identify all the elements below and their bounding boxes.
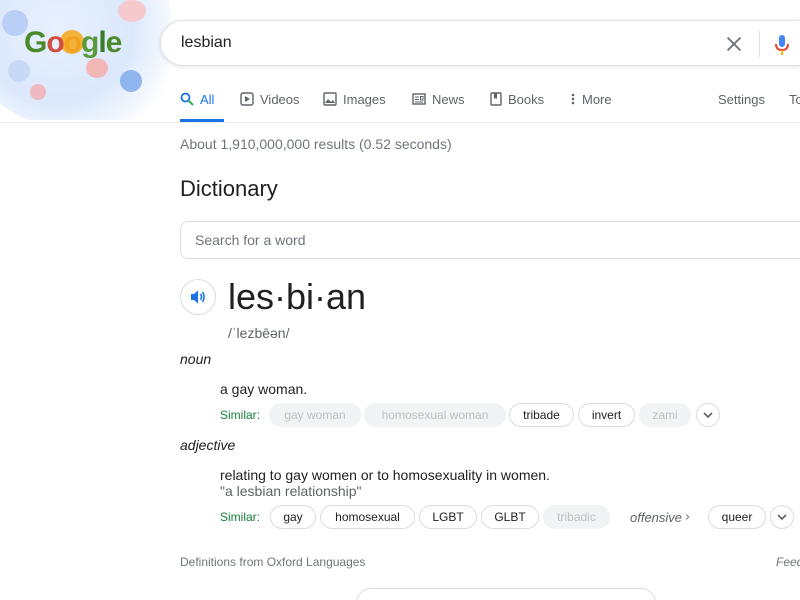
headword: les·bi·an: [228, 276, 367, 317]
google-logo: Google: [24, 26, 122, 59]
similar-chip[interactable]: homosexual woman: [364, 403, 506, 427]
header-divider: [0, 122, 800, 123]
similar-chip[interactable]: invert: [578, 403, 635, 427]
google-doodle[interactable]: Google: [0, 0, 170, 120]
tab-label: News: [432, 92, 465, 107]
similar-chip[interactable]: queer: [708, 505, 766, 529]
dictionary-title: Dictionary: [180, 176, 278, 201]
similar-label: Similar:: [220, 408, 261, 422]
similar-chip[interactable]: LGBT: [419, 505, 477, 529]
news-icon: [412, 93, 426, 105]
play-icon: [240, 92, 254, 106]
tab-more[interactable]: More: [570, 84, 612, 122]
dictionary-source: Definitions from Oxford Languages: [180, 555, 366, 569]
expand-similar-button[interactable]: [770, 505, 794, 529]
phonetic: /ˈlezbēən/: [228, 325, 290, 341]
search-icon: [180, 92, 194, 106]
tab-label: More: [582, 92, 612, 107]
pronounce-button[interactable]: [180, 279, 216, 315]
tab-news[interactable]: News: [412, 84, 465, 122]
expand-similar-button[interactable]: [696, 403, 720, 427]
part-of-speech-adjective: adjective: [180, 437, 236, 453]
noun-definition: a gay woman.: [220, 381, 308, 397]
similar-chip[interactable]: gay: [270, 505, 316, 529]
tab-label: All: [200, 92, 215, 107]
chevron-right-icon: [685, 514, 690, 520]
chevron-down-icon: [777, 514, 787, 520]
similar-chip[interactable]: gay woman: [269, 403, 361, 427]
adjective-definition: relating to gay women or to homosexualit…: [220, 467, 550, 483]
similar-label: Similar:: [220, 510, 261, 524]
offensive-text: offensive: [630, 509, 683, 525]
book-icon: [490, 92, 502, 106]
flower-decoration: [30, 84, 46, 100]
settings-link[interactable]: Settings: [718, 84, 765, 122]
tools-link[interactable]: To: [789, 84, 800, 122]
similar-chip[interactable]: GLBT: [481, 505, 539, 529]
similar-chip[interactable]: tribade: [509, 403, 574, 427]
offensive-label[interactable]: offensive: [618, 505, 702, 529]
similar-chip[interactable]: tribadic: [543, 505, 610, 529]
feedback-link[interactable]: Feed: [776, 555, 800, 569]
flower-decoration: [120, 70, 142, 92]
clear-icon[interactable]: [723, 33, 745, 55]
tab-label: Images: [343, 92, 386, 107]
adjective-example: "a lesbian relationship": [220, 483, 362, 499]
microphone-icon[interactable]: [773, 33, 791, 57]
tab-label: Books: [508, 92, 545, 107]
search-divider: [759, 31, 760, 57]
tab-images[interactable]: Images: [323, 84, 386, 122]
flower-decoration: [8, 60, 30, 82]
more-vert-icon: [571, 93, 575, 105]
tab-label: Videos: [260, 92, 300, 107]
tab-all[interactable]: All: [180, 84, 225, 122]
tab-books[interactable]: Books: [490, 84, 544, 122]
tab-videos[interactable]: Videos: [240, 84, 300, 122]
speaker-icon: [191, 290, 205, 304]
search-bar[interactable]: lesbian: [160, 20, 800, 66]
similar-chip[interactable]: homosexual: [320, 505, 415, 529]
word-search-input[interactable]: Search for a word: [180, 221, 800, 259]
result-stats: About 1,910,000,000 results (0.52 second…: [180, 136, 452, 152]
search-input[interactable]: lesbian: [181, 34, 232, 52]
part-of-speech-noun: noun: [180, 351, 212, 367]
translations-button[interactable]: [356, 588, 656, 600]
flower-decoration: [118, 0, 146, 22]
flower-decoration: [86, 58, 108, 78]
similar-chip[interactable]: zami: [639, 403, 691, 427]
word-search-placeholder: Search for a word: [195, 232, 306, 248]
image-icon: [323, 92, 337, 106]
search-tabs: All Videos Images News Books More Settin…: [170, 84, 800, 122]
chevron-down-icon: [703, 412, 713, 418]
